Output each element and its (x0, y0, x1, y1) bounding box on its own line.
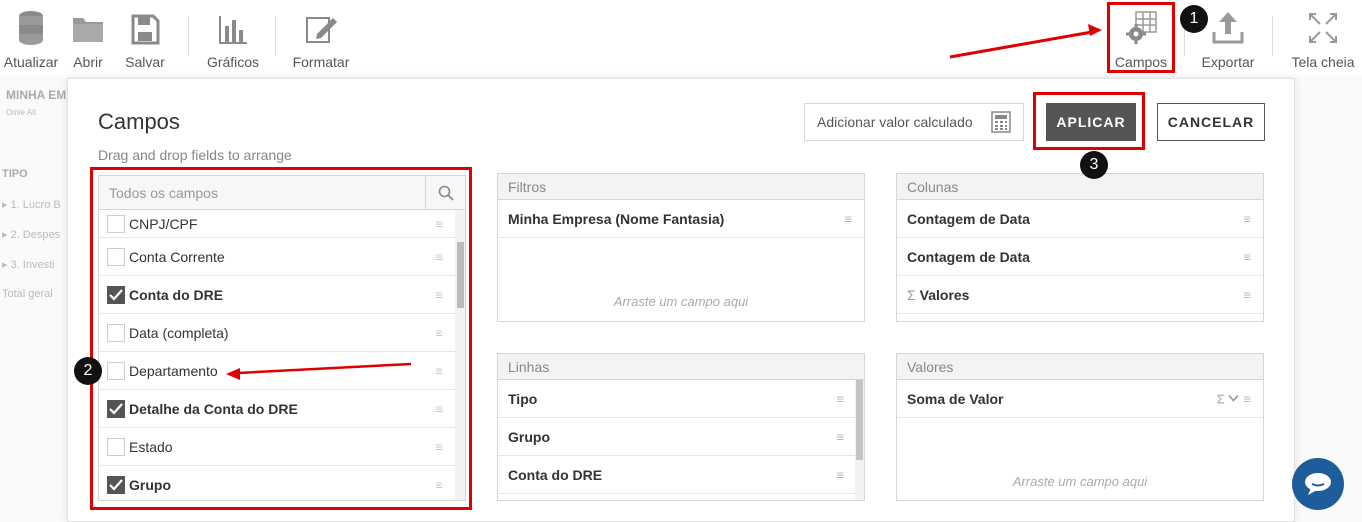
value-field[interactable]: Soma de Valor Σ ≡ (897, 380, 1263, 418)
filter-field[interactable]: Minha Empresa (Nome Fantasia) ≡ (498, 200, 864, 238)
values-zone-title: Valores (897, 354, 1263, 380)
rows-zone: Linhas Tipo ≡ Grupo ≡ Conta do DRE ≡ (497, 353, 865, 501)
report-row: ▸ 1. Lucro B (2, 199, 61, 211)
column-field[interactable]: Contagem de Data ≡ (897, 200, 1263, 238)
columns-zone: Colunas Contagem de Data ≡ Contagem de D… (896, 173, 1264, 322)
drag-handle-icon[interactable]: ≡ (836, 391, 844, 406)
row-field[interactable]: Conta do DRE ≡ (498, 456, 864, 494)
format-label: Formatar (292, 54, 350, 70)
fullscreen-button[interactable]: Tela cheia (1288, 0, 1358, 76)
cancel-button[interactable]: CANCELAR (1157, 103, 1265, 141)
refresh-button[interactable]: Atualizar (2, 0, 60, 76)
report-row: ▸ 3. Investi (2, 259, 55, 271)
rows-zone-scrollbar[interactable] (855, 380, 864, 500)
drop-hint: Arraste um campo aqui (1012, 474, 1148, 489)
save-button[interactable]: Salvar (123, 0, 167, 76)
report-title: MINHA EM (6, 88, 67, 102)
charts-label: Gráficos (206, 54, 260, 70)
toolbar-divider (188, 16, 189, 56)
drag-handle-icon[interactable]: ≡ (1243, 391, 1251, 406)
drag-handle-icon[interactable]: ≡ (836, 429, 844, 444)
filters-zone-title: Filtros (498, 174, 864, 200)
open-label: Abrir (73, 54, 103, 70)
drag-handle-icon[interactable]: ≡ (1243, 211, 1251, 226)
sigma-icon: Σ (907, 286, 916, 303)
export-button[interactable]: Exportar (1198, 0, 1258, 76)
floppy-disk-icon (131, 14, 160, 45)
column-header: TIPO (2, 168, 28, 180)
row-field[interactable]: Tipo ≡ (498, 380, 864, 418)
step-badge-3: 3 (1080, 151, 1108, 179)
drop-hint: Arraste um campo aqui (613, 294, 749, 309)
sigma-icon[interactable]: Σ (1217, 391, 1225, 406)
report-total: Total geral (2, 288, 53, 300)
dialog-title: Campos (98, 109, 180, 134)
fullscreen-label: Tela cheia (1291, 54, 1355, 70)
drag-handle-icon[interactable]: ≡ (1243, 249, 1251, 264)
highlight-box-apply (1033, 92, 1145, 150)
drag-handle-icon[interactable]: ≡ (836, 467, 844, 482)
calculator-icon (991, 111, 1011, 133)
dialog-subtitle: Drag and drop fields to arrange (98, 147, 292, 163)
folder-icon (73, 18, 103, 42)
add-calculated-value-label: Adicionar valor calculado (817, 114, 973, 130)
fullscreen-icon (1309, 13, 1337, 43)
database-icon (19, 11, 43, 45)
filters-zone: Filtros Minha Empresa (Nome Fantasia) ≡ … (497, 173, 865, 322)
column-field[interactable]: Contagem de Data ≡ (897, 238, 1263, 276)
charts-button[interactable]: Gráficos (204, 0, 262, 76)
chevron-down-icon[interactable] (1228, 394, 1240, 403)
values-zone: Valores Soma de Valor Σ ≡ Arraste um cam… (896, 353, 1264, 501)
step-badge-1: 1 (1180, 5, 1208, 33)
drag-handle-icon[interactable]: ≡ (1243, 287, 1251, 302)
drag-handle-icon[interactable]: ≡ (844, 211, 852, 226)
chat-button[interactable] (1292, 458, 1344, 510)
step-badge-2: 2 (74, 357, 102, 385)
open-button[interactable]: Abrir (68, 0, 108, 76)
highlight-box-field-list (90, 167, 472, 510)
upload-icon (1212, 12, 1244, 44)
highlight-box-campos (1107, 2, 1175, 73)
report-subtitle: Omie Alt (6, 108, 37, 117)
report-row: ▸ 2. Despes (2, 229, 61, 241)
rows-zone-title: Linhas (498, 354, 864, 380)
scrollbar-thumb[interactable] (856, 380, 863, 460)
columns-zone-title: Colunas (897, 174, 1263, 200)
refresh-label: Atualizar (3, 54, 59, 70)
toolbar-divider (275, 16, 276, 56)
edit-icon (306, 17, 337, 43)
column-field[interactable]: Σ Valores ≡ (897, 276, 1263, 314)
add-calculated-value-button[interactable]: Adicionar valor calculado (804, 103, 1024, 141)
save-label: Salvar (125, 54, 165, 70)
chat-bubble-icon (1305, 473, 1331, 495)
bar-chart-icon (219, 16, 247, 44)
export-label: Exportar (1201, 54, 1255, 70)
toolbar-divider (1272, 16, 1273, 56)
row-field[interactable]: Grupo ≡ (498, 418, 864, 456)
format-button[interactable]: Formatar (290, 0, 352, 76)
